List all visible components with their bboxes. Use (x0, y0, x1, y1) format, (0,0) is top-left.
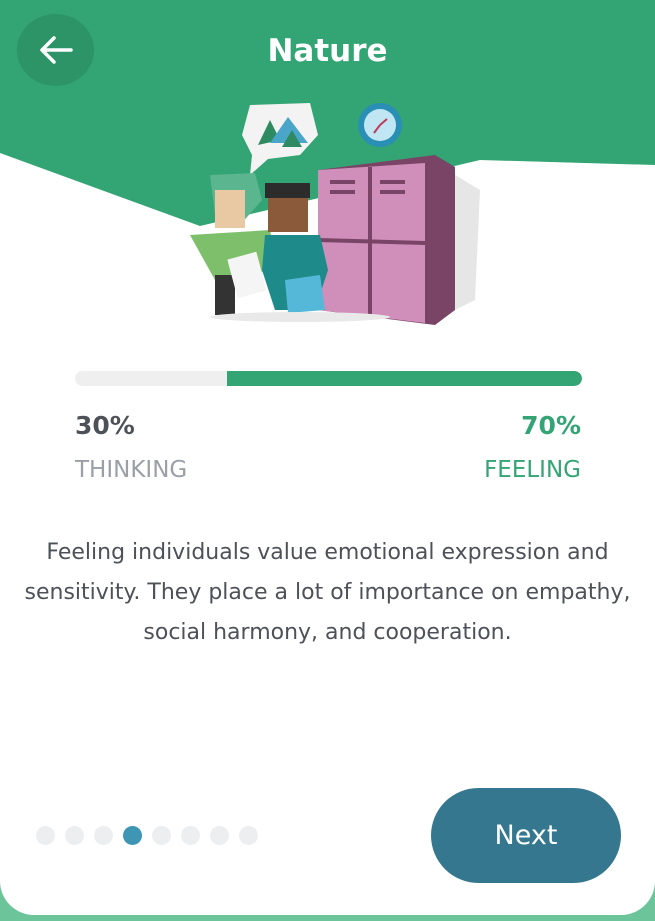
pagination-dot (152, 826, 171, 845)
pagination-dot (94, 826, 113, 845)
pagination-dots (36, 826, 258, 845)
next-button[interactable]: Next (431, 788, 621, 883)
pagination-dot (239, 826, 258, 845)
nature-progress-bar (75, 371, 582, 386)
progress-fill-feeling (227, 371, 582, 386)
pagination-dot (210, 826, 229, 845)
feeling-label: FEELING (484, 457, 581, 483)
thinking-percent: 30% (75, 411, 135, 440)
pagination-dot (181, 826, 200, 845)
feeling-percent: 70% (521, 411, 581, 440)
thought-bubble-icon (242, 103, 318, 175)
clock-icon (358, 103, 402, 147)
thinking-label: THINKING (75, 457, 188, 483)
illustration (190, 103, 480, 325)
card: Nature 30% 70% THINKING FEELING Feeling … (0, 0, 655, 915)
pagination-dot (65, 826, 84, 845)
trait-description: Feeling individuals value emotional expr… (24, 540, 631, 645)
lockers (317, 155, 480, 325)
pagination-dot (123, 826, 142, 845)
pagination-dot (36, 826, 55, 845)
page-title: Nature (267, 33, 388, 69)
